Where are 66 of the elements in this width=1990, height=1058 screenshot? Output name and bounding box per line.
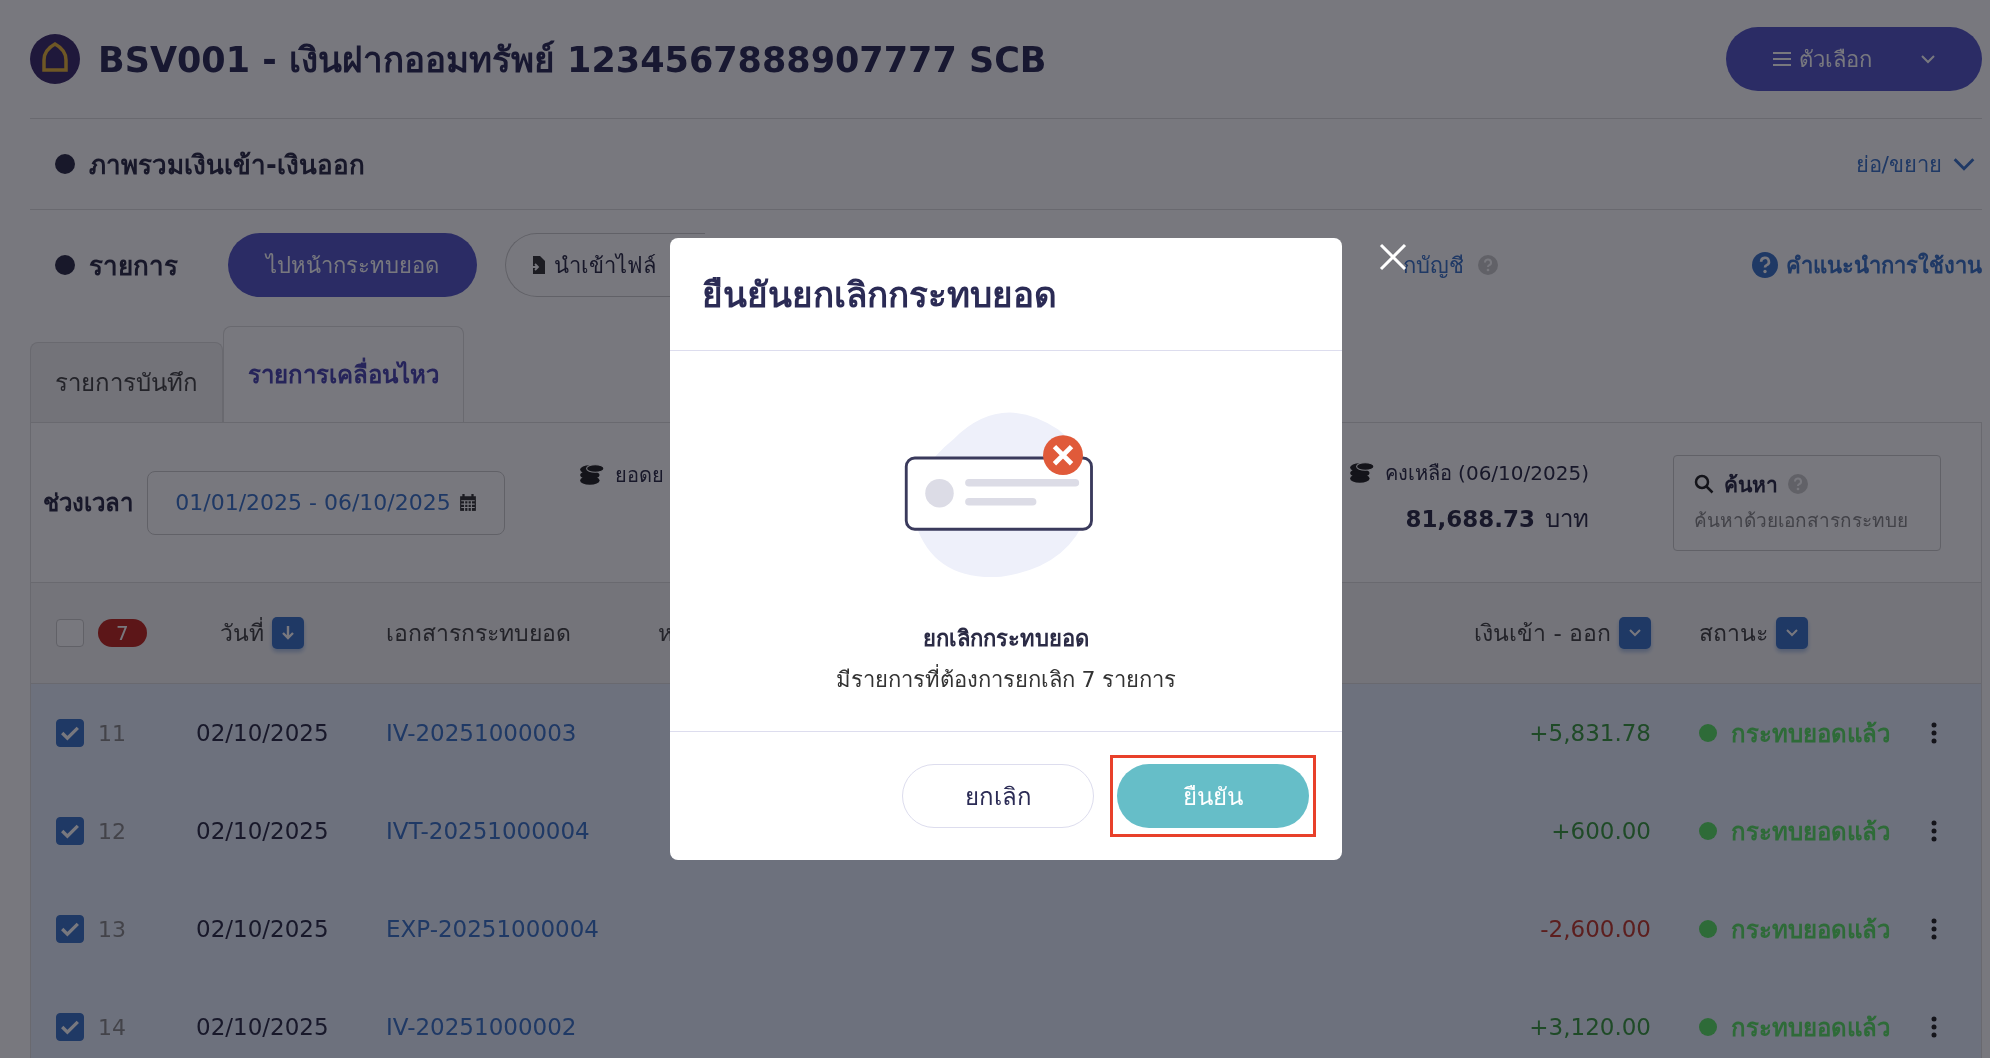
row-checkbox[interactable]	[56, 817, 84, 845]
column-header: เอกสารกระทบยอด	[386, 619, 571, 648]
filter-dropdown-button[interactable]	[1776, 617, 1808, 649]
document-link[interactable]: IV-20251000002	[386, 1014, 658, 1040]
date-cell-text: 02/10/2025	[196, 1014, 330, 1040]
document-link[interactable]: IV-20251000003	[386, 720, 658, 746]
more-options-icon[interactable]	[1931, 1016, 1937, 1038]
tab[interactable]: รายการเคลื่อนไหว	[223, 326, 464, 422]
section-title: รายการ	[89, 249, 178, 283]
column-header: สถานะ	[1699, 619, 1768, 648]
balance-value: 81,688.73	[1405, 505, 1535, 532]
dialog-heading: ยกเลิกกระทบยอด	[923, 625, 1089, 653]
status-label: กระทบยอดแล้ว	[1731, 718, 1890, 750]
cancel-button[interactable]: ยกเลิก	[902, 764, 1094, 828]
arrow-down-icon	[281, 625, 295, 641]
amount-cell-text: +5,831.78	[1528, 720, 1651, 746]
chevron-down-icon	[1952, 157, 1976, 171]
filter-label: ช่วงเวลา	[43, 488, 133, 519]
dialog-message: มีรายการที่ต้องการยกเลิก 7 รายการ	[835, 662, 1177, 697]
logo-icon	[30, 34, 80, 84]
collapse-toggle[interactable]: ย่อ/ขยาย	[1849, 145, 1982, 183]
section-title: ภาพรวมเงินเข้า-เงินออก	[89, 148, 366, 182]
date-cell-text: 02/10/2025	[196, 818, 330, 844]
search-icon	[1694, 474, 1714, 494]
row-checkbox[interactable]	[56, 1013, 84, 1041]
sort-button[interactable]	[272, 617, 304, 649]
column-header: วันที่	[220, 615, 264, 651]
file-import-icon	[530, 255, 546, 275]
balance-label: คงเหลือ (06/10/2025)	[1384, 460, 1589, 487]
calendar-icon	[458, 493, 477, 512]
amount-cell-text: +3,120.00	[1528, 1014, 1651, 1040]
document-link[interactable]: EXP-20251000004	[386, 916, 658, 942]
dialog-title: ยืนยันยกเลิกกระทบยอด	[702, 273, 1057, 317]
status-label: กระทบยอดแล้ว	[1731, 914, 1890, 946]
row-checkbox[interactable]	[56, 915, 84, 943]
help-icon	[1752, 252, 1778, 278]
coins-icon	[579, 464, 605, 486]
date-cell-text: 02/10/2025	[196, 916, 330, 942]
selected-count-badge: 7	[98, 619, 147, 647]
row-checkbox[interactable]	[56, 719, 84, 747]
filter-dropdown-button[interactable]	[1619, 617, 1651, 649]
column-header: เงินเข้า - ออก	[1474, 619, 1611, 648]
more-options-icon[interactable]	[1931, 918, 1937, 940]
more-options-icon[interactable]	[1931, 820, 1937, 842]
date-range-field[interactable]: 01/01/2025 - 06/10/2025	[147, 470, 505, 535]
chevron-down-icon	[1919, 54, 1936, 64]
options-button[interactable]: ตัวเลือก	[1726, 27, 1982, 91]
amount-cell-text: +600.00	[1550, 818, 1651, 844]
document-link[interactable]: IVT-20251000004	[386, 818, 658, 844]
search-label: ค้นหา	[1724, 471, 1778, 499]
help-link[interactable]: คำแนะนำการใช้งาน	[1752, 247, 1982, 283]
reconcile-button[interactable]: ไปหน้ากระทบยอด	[228, 233, 477, 297]
status-label: กระทบยอดแล้ว	[1731, 1012, 1890, 1044]
confirm-button[interactable]: ยืนยัน	[1117, 764, 1309, 828]
tab[interactable]: รายการบันทึก	[30, 342, 223, 422]
more-options-icon[interactable]	[1931, 722, 1937, 744]
coins-icon	[1348, 462, 1375, 484]
amount-cell-text: -2,600.00	[1539, 916, 1651, 942]
summary-label: ยอดย	[615, 462, 664, 489]
currency-unit: บาท	[1545, 504, 1589, 535]
menu-icon	[1772, 52, 1791, 66]
page-title: BSV001 - เงินฝากออมทรัพย์ 1234567888907777 SCB	[98, 38, 1048, 82]
status-label: กระทบยอดแล้ว	[1731, 816, 1890, 848]
bullet-icon	[55, 255, 75, 275]
date-cell-text: 02/10/2025	[196, 720, 330, 746]
bullet-icon	[55, 154, 75, 174]
